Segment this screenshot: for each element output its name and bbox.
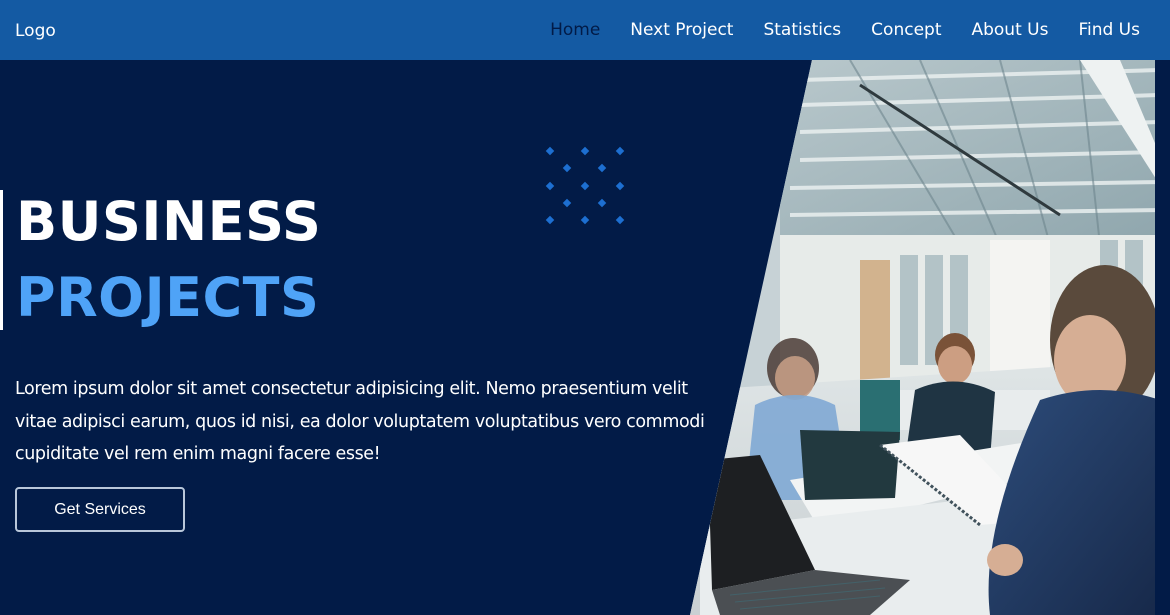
nav-link-concept[interactable]: Concept <box>871 0 941 60</box>
hero-title-line-1: BUSINESS <box>16 190 322 253</box>
nav-link-statistics[interactable]: Statistics <box>763 0 841 60</box>
landing-page: Logo Home Next Project Statistics Concep… <box>0 0 1170 615</box>
hero-title: BUSINESS PROJECTS <box>0 190 321 330</box>
nav-link-home[interactable]: Home <box>550 0 600 60</box>
main-nav: Home Next Project Statistics Concept Abo… <box>550 0 1140 60</box>
hero-description: Lorem ipsum dolor sit amet consectetur a… <box>15 379 705 464</box>
nav-link-find-us[interactable]: Find Us <box>1078 0 1140 60</box>
nav-link-about-us[interactable]: About Us <box>971 0 1048 60</box>
hero-title-line-2: PROJECTS <box>16 266 320 329</box>
logo[interactable]: Logo <box>15 0 56 62</box>
diamond-dots-icon <box>545 146 625 225</box>
hero-section: BUSINESS PROJECTS Lorem ipsum dolor sit … <box>0 60 1170 615</box>
navbar: Logo Home Next Project Statistics Concep… <box>0 0 1170 60</box>
get-services-button[interactable]: Get Services <box>15 487 185 532</box>
nav-link-next-project[interactable]: Next Project <box>630 0 733 60</box>
